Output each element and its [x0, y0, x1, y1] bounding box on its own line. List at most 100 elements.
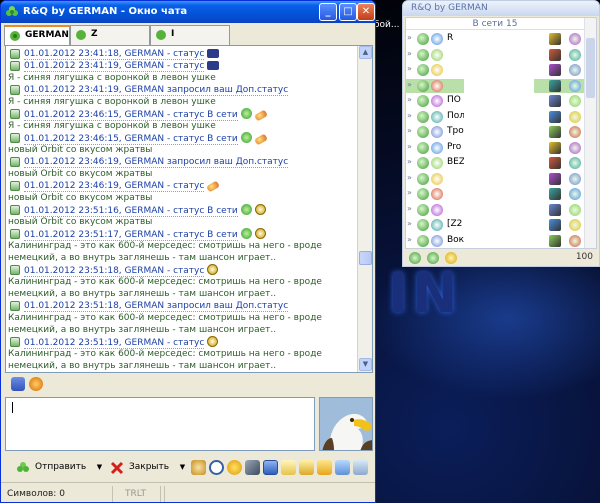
message-icon	[10, 181, 20, 191]
message-icon	[10, 61, 20, 71]
client-mood-icon	[569, 48, 581, 61]
message-icon	[10, 109, 20, 119]
message-header: 01.01.2012 23:41:19, GERMAN запросил ваш…	[8, 84, 358, 96]
eagle-avatar-image	[320, 398, 372, 450]
clock-icon	[207, 264, 219, 275]
scroll-up-arrow[interactable]: ▲	[359, 46, 372, 59]
online-status-icon	[417, 234, 429, 247]
message-timestamp: 01.01.2012 23:51:18, GERMAN - статус	[24, 266, 205, 277]
message-icon	[10, 157, 20, 167]
chat-titlebar[interactable]: R&Q by GERMAN - Окно чата _ □ ✕	[1, 1, 375, 23]
folder-icon[interactable]	[299, 460, 314, 475]
minimize-button[interactable]: _	[319, 3, 337, 21]
client-icon	[431, 95, 443, 107]
xstatus-icon	[549, 157, 561, 169]
tab-label: GERMAN	[25, 30, 69, 40]
clock-icon	[254, 204, 266, 215]
editor-toolstrip	[5, 375, 373, 393]
xstatus-icon[interactable]	[427, 252, 439, 264]
message-header: 01.01.2012 23:46:19, GERMAN запросил ваш…	[8, 156, 358, 168]
close-window-button[interactable]: ✕	[357, 3, 375, 21]
contact-list-titlebar[interactable]: R&Q by GERMAN	[403, 1, 599, 16]
expand-arrow-icon: »	[407, 64, 412, 73]
client-mood-icon	[569, 110, 581, 123]
translit-indicator[interactable]: TRLT	[121, 486, 161, 502]
desktop-icon-label[interactable]: бой...	[374, 18, 404, 58]
client-mood-icon	[569, 157, 581, 169]
client-icon	[431, 126, 443, 138]
online-status-icon	[417, 126, 429, 138]
message-timestamp: 01.01.2012 23:41:19, GERMAN - статус	[24, 61, 205, 72]
scroll-down-arrow[interactable]: ▼	[359, 358, 372, 371]
client-icon	[431, 33, 443, 45]
tools-icon[interactable]	[245, 460, 260, 475]
expand-arrow-icon: »	[407, 219, 412, 228]
online-status-icon	[417, 219, 429, 231]
close-chat-button[interactable]: Закрыть ▼	[105, 458, 185, 478]
image-icon[interactable]	[335, 460, 350, 475]
contact-card-icon[interactable]	[353, 460, 368, 475]
client-icon	[431, 141, 443, 154]
info-icon[interactable]	[263, 460, 278, 475]
online-status-icon	[417, 141, 429, 154]
xstatus-icon	[549, 64, 561, 76]
message-text: новый Orbit со вкусом жратвы	[8, 145, 153, 155]
envelope-icon[interactable]	[317, 460, 332, 475]
note-icon[interactable]	[281, 460, 296, 475]
message-history[interactable]: 01.01.2012 23:41:18, GERMAN - статус 01.0…	[5, 45, 373, 373]
client-icon	[431, 219, 443, 231]
online-status-icon	[417, 157, 429, 169]
close-label: Закрыть	[129, 462, 170, 472]
contact-name: ПО	[447, 95, 461, 105]
visibility-icon[interactable]	[445, 252, 457, 264]
maximize-button[interactable]: □	[339, 3, 357, 21]
hidden-names-area	[464, 50, 534, 244]
contact-name: Pro	[447, 141, 462, 152]
client-mood-icon	[569, 219, 581, 231]
scroll-thumb[interactable]	[586, 38, 595, 98]
contact-name: Пол	[447, 110, 466, 121]
message-timestamp: 01.01.2012 23:41:18, GERMAN - статус	[24, 49, 205, 60]
smiley-icon[interactable]	[29, 377, 43, 391]
expand-arrow-icon: »	[407, 234, 412, 244]
contact-row[interactable]: » R	[406, 32, 584, 46]
message-timestamp: 01.01.2012 23:46:19, GERMAN - статус	[24, 181, 205, 192]
scroll-thumb[interactable]	[359, 251, 372, 265]
font-icon[interactable]	[11, 377, 25, 391]
contact-list[interactable]: В сети 15 » R»»»» ПО» Пол» Тро» Pro» BEZ»»»» [Z…	[405, 17, 597, 249]
flower-icon	[240, 132, 252, 143]
message-timestamp: 01.01.2012 23:46:19, GERMAN запросил ваш…	[24, 157, 289, 168]
cam-icon	[207, 61, 220, 70]
online-status-icon	[417, 48, 429, 61]
client-mood-icon	[569, 95, 581, 107]
smiley-icon[interactable]	[227, 460, 242, 475]
message-text: Я - синяя лягушка с воронкой в левон ушк…	[8, 121, 216, 131]
expand-arrow-icon: »	[407, 141, 412, 151]
clover-icon	[17, 462, 29, 472]
text-cursor	[12, 402, 13, 413]
group-online[interactable]: В сети 15	[406, 18, 584, 30]
online-status-icon	[417, 64, 429, 76]
contact-list-scrollbar[interactable]	[584, 18, 596, 248]
message-input[interactable]	[5, 397, 315, 451]
tab-contact-2[interactable]: Z	[70, 25, 150, 45]
flower-icon	[240, 108, 252, 119]
search-icon[interactable]	[209, 460, 224, 475]
xstatus-icon	[549, 126, 561, 138]
client-mood-icon	[569, 126, 581, 138]
send-button[interactable]: Отправить ▼	[11, 458, 102, 478]
send-dropdown-arrow[interactable]: ▼	[97, 463, 102, 471]
tab-label: I	[171, 29, 175, 39]
tab-german[interactable]: GERMAN	[4, 25, 70, 46]
xstatus-icon	[549, 110, 561, 123]
message-list: 01.01.2012 23:41:18, GERMAN - статус 01.0…	[8, 48, 358, 372]
history-icon[interactable]	[191, 460, 206, 475]
status-menu-icon[interactable]	[409, 252, 421, 264]
xstatus-icon	[549, 79, 561, 92]
close-dropdown-arrow[interactable]: ▼	[180, 463, 185, 471]
tab-contact-3[interactable]: I	[150, 25, 230, 45]
message-icon	[10, 265, 20, 275]
message-icon	[10, 85, 20, 95]
history-scrollbar[interactable]: ▲ ▼	[357, 46, 372, 372]
flower-icon	[240, 204, 252, 215]
